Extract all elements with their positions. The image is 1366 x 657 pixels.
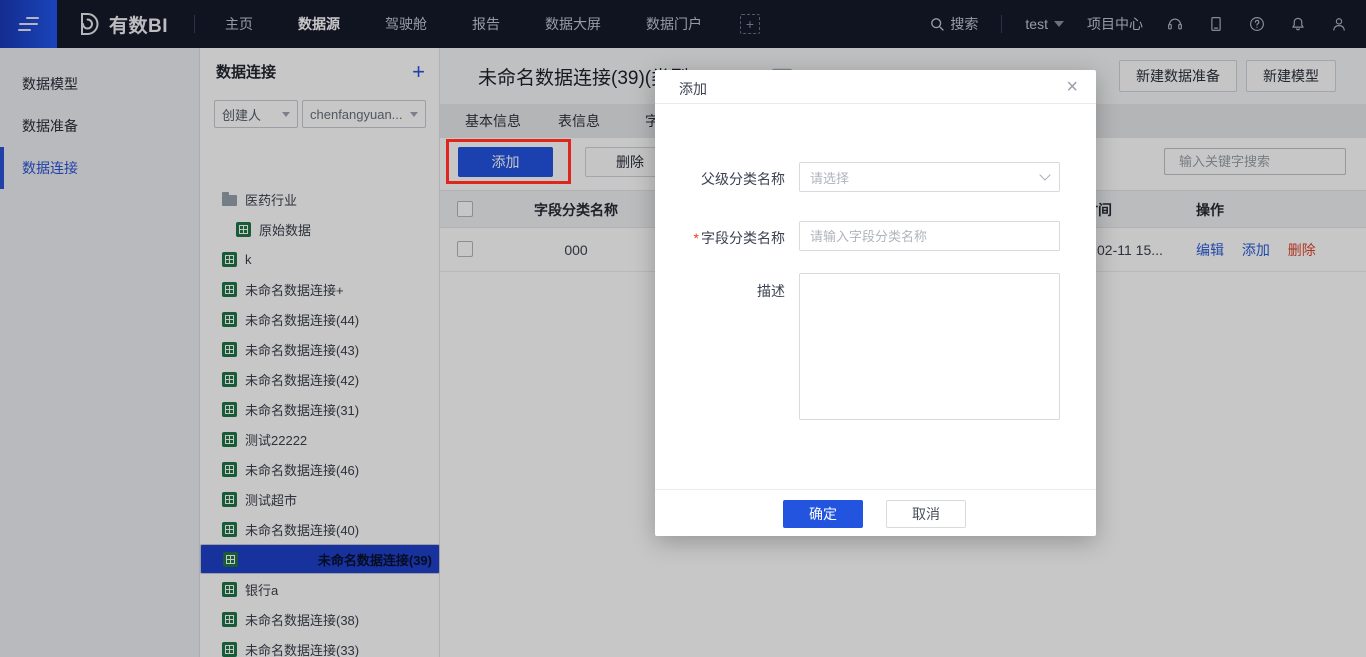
category-name-input[interactable] (799, 221, 1060, 251)
description-label: 描述 (655, 281, 785, 301)
description-textarea[interactable] (799, 273, 1060, 420)
chevron-down-icon (1039, 169, 1050, 180)
dialog-title: 添加 (679, 79, 707, 99)
cancel-button[interactable]: 取消 (886, 500, 966, 528)
close-icon[interactable]: × (1066, 75, 1078, 99)
parent-category-select[interactable]: 请选择 (799, 162, 1060, 192)
parent-category-placeholder: 请选择 (810, 168, 849, 187)
confirm-button[interactable]: 确定 (783, 500, 863, 528)
category-name-label: *字段分类名称 (655, 228, 785, 248)
add-dialog: 添加 × 父级分类名称 请选择 *字段分类名称 描述 确定 取消 (655, 70, 1096, 536)
dialog-header: 添加 × (655, 70, 1096, 104)
parent-category-label: 父级分类名称 (655, 169, 785, 189)
required-asterisk: * (694, 230, 699, 246)
dialog-footer: 确定 取消 (655, 489, 1096, 536)
